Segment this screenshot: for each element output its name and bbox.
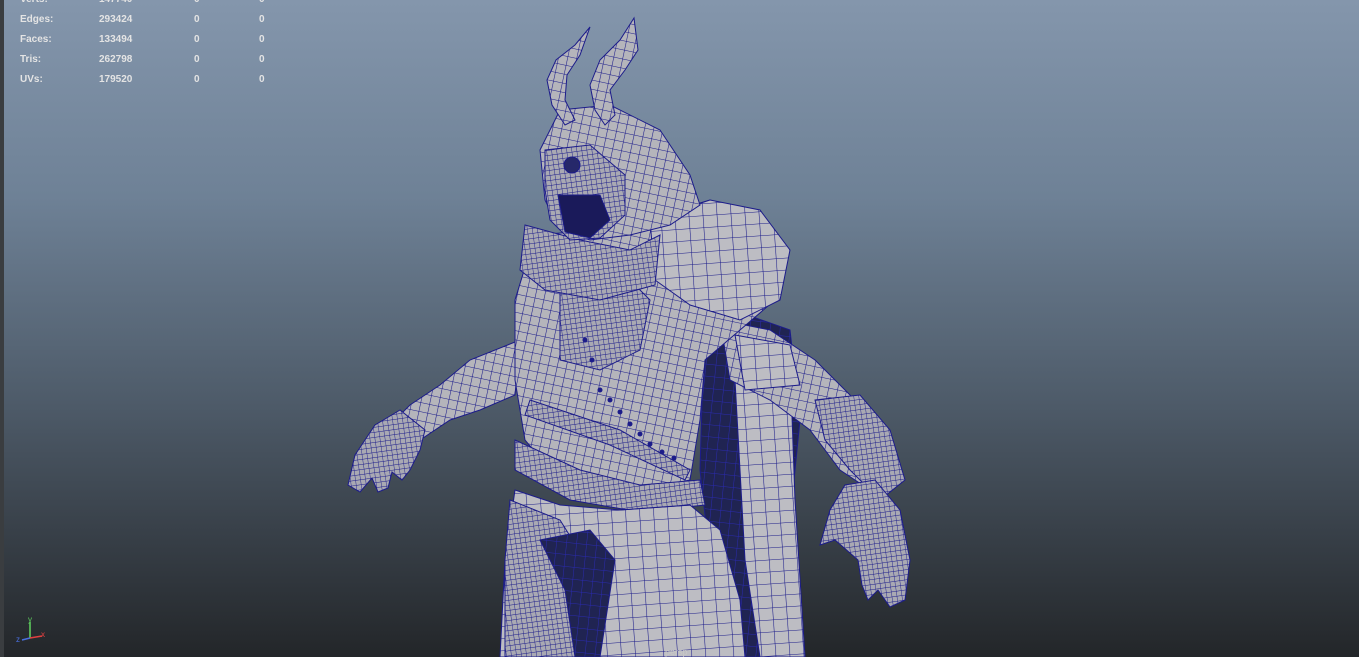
hud-value: 0 <box>194 0 200 10</box>
3d-viewport[interactable]: Verts: 147740 0 0 Edges: 293424 0 0 Face… <box>0 0 1359 657</box>
axis-gizmo: y x z <box>16 615 45 644</box>
hud-value: 0 <box>259 34 265 45</box>
hud-label: Tris: <box>20 54 42 65</box>
hud-value: 0 <box>194 34 200 45</box>
hud-label: Verts: <box>20 0 48 10</box>
hud-row-verts: Verts: 147740 0 0 <box>20 0 280 10</box>
hud-row-uvs: UVs: 179520 0 0 <box>20 70 280 90</box>
hud-value: 0 <box>194 14 200 25</box>
hud-value: 262798 <box>99 54 133 65</box>
hud-value: 0 <box>259 54 265 65</box>
hud-label: Faces: <box>20 34 52 45</box>
hud-value: 0 <box>259 74 265 85</box>
hud-value: 293424 <box>99 14 133 25</box>
hud-value: 147740 <box>99 0 132 10</box>
axis-x-label: x <box>41 630 45 639</box>
right-horn <box>589 16 639 126</box>
wireframe-model[interactable] <box>0 0 1359 657</box>
axis-y-label: y <box>28 615 32 624</box>
hud-value: 0 <box>194 54 200 65</box>
hud-label: UVs: <box>20 74 43 85</box>
poly-count-hud: Verts: 147740 0 0 Edges: 293424 0 0 Face… <box>20 0 280 90</box>
hud-value: 0 <box>194 74 200 85</box>
hud-value: 0 <box>259 0 265 10</box>
axis-z-label: z <box>16 635 20 644</box>
right-hand <box>819 479 911 608</box>
hud-value: 133494 <box>99 34 133 45</box>
hud-value: 179520 <box>99 74 133 85</box>
left-hand <box>347 409 426 493</box>
hud-row-edges: Edges: 293424 0 0 <box>20 10 280 30</box>
camera-label: persp <box>665 647 688 657</box>
hud-label: Edges: <box>20 14 54 25</box>
hud-value: 0 <box>259 14 265 25</box>
hud-row-tris: Tris: 262798 0 0 <box>20 50 280 70</box>
hud-row-faces: Faces: 133494 0 0 <box>20 30 280 50</box>
